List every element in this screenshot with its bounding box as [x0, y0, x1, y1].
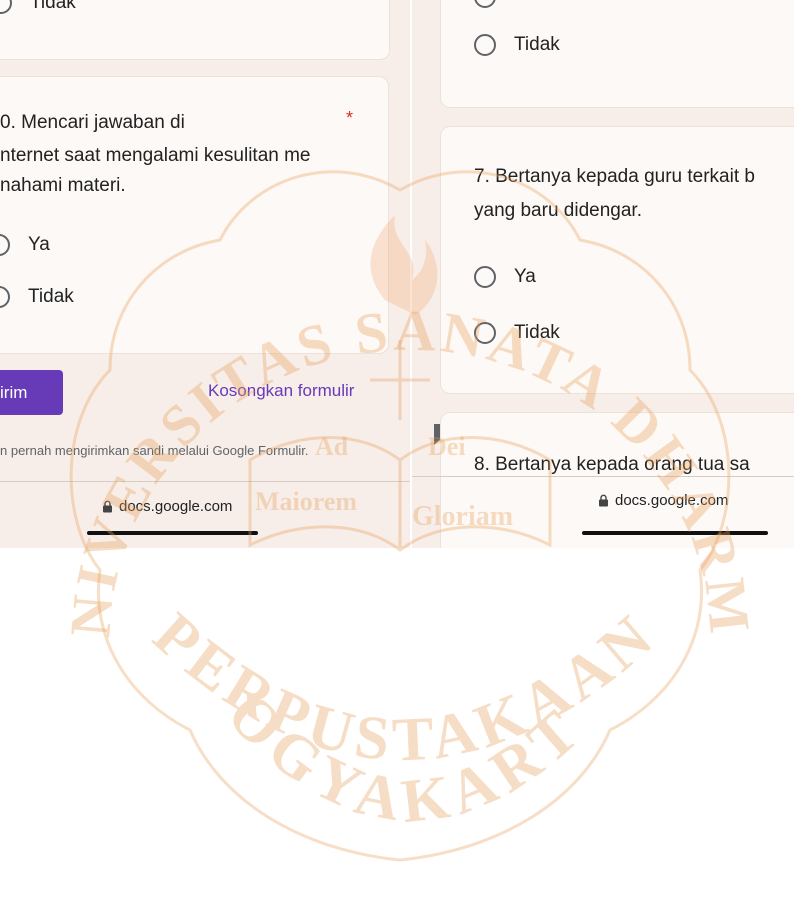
- option-ya[interactable]: Ya: [474, 262, 536, 292]
- radio-unchecked-icon: [474, 266, 496, 288]
- radio-unchecked-icon: [0, 0, 12, 14]
- question-title-line-1: 7. Bertanya kepada guru terkait b: [474, 166, 755, 187]
- question-title-line-1: 0. Mencari jawaban di: [0, 112, 185, 133]
- option-ya[interactable]: Ya: [0, 230, 50, 260]
- question-title-line-2: yang baru didengar.: [474, 200, 642, 221]
- watermark-perpustakaan: PERPUSTAKAAN: [141, 600, 664, 775]
- lock-icon: [103, 500, 112, 513]
- option-tidak[interactable]: Tidak: [0, 282, 74, 312]
- address-bar[interactable]: docs.google.com: [598, 492, 728, 509]
- footer-divider: [0, 481, 410, 482]
- option-tidak[interactable]: Tidak: [474, 318, 560, 348]
- submit-button[interactable]: irim: [0, 370, 63, 415]
- prev-option-tidak[interactable]: Tidak: [0, 0, 76, 18]
- prev-option-tidak[interactable]: Tidak: [474, 30, 560, 60]
- radio-unchecked-icon: [0, 286, 10, 308]
- radio-unchecked-icon: [0, 234, 10, 256]
- clear-form-link[interactable]: Kosongkan formulir: [208, 381, 354, 401]
- question-title-line-2: nternet saat mengalami kesulitan me: [0, 145, 311, 166]
- left-screenshot: Tidak 0. Mencari jawaban di nternet saat…: [0, 0, 410, 548]
- question-title-line-3: nahami materi.: [0, 175, 126, 196]
- home-indicator[interactable]: [582, 531, 768, 535]
- svg-text:PERPUSTAKAAN: PERPUSTAKAAN: [141, 600, 670, 775]
- footer-divider: [412, 476, 794, 477]
- required-asterisk: *: [346, 108, 354, 128]
- password-warning-note: n pernah mengirimkan sandi melalui Googl…: [0, 443, 309, 458]
- address-bar[interactable]: docs.google.com: [102, 498, 232, 515]
- right-screenshot: Tidak 7. Bertanya kepada guru terkait b …: [412, 0, 794, 548]
- home-indicator[interactable]: [87, 531, 258, 535]
- radio-unchecked-icon: [474, 34, 496, 56]
- lock-icon: [599, 494, 608, 507]
- radio-unchecked-icon: [474, 322, 496, 344]
